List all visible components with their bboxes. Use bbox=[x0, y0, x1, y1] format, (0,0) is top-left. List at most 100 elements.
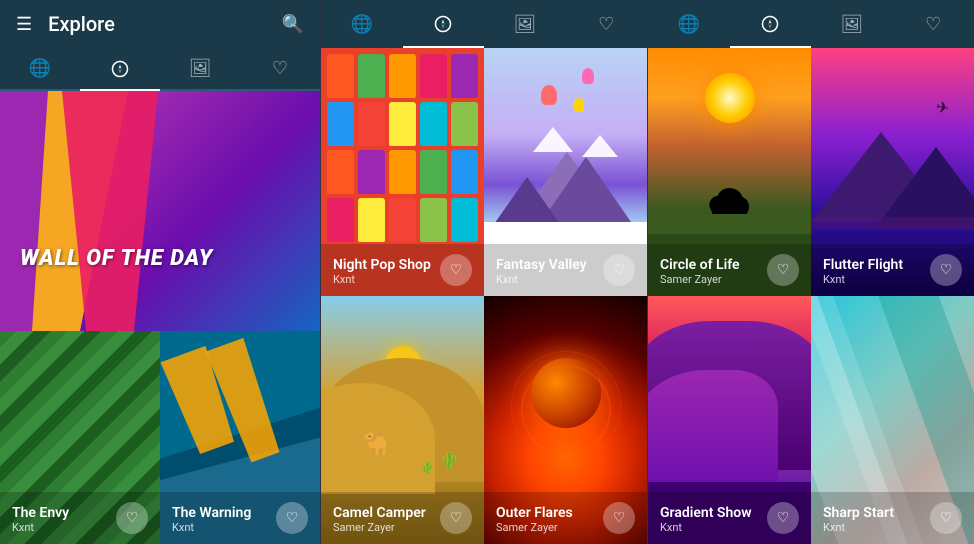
envy-text: The Envy Kxnt bbox=[12, 505, 69, 534]
tab-compass[interactable] bbox=[80, 48, 160, 89]
item-sharp-start[interactable]: Sharp Start Kxnt ♡ bbox=[811, 296, 974, 544]
night-pop-text: Night Pop Shop Kxnt bbox=[333, 257, 431, 286]
outer-heart-button[interactable]: ♡ bbox=[603, 502, 635, 534]
sharp-heart-button[interactable]: ♡ bbox=[930, 502, 962, 534]
middle-grid: Night Pop Shop Kxnt ♡ bbox=[321, 48, 647, 544]
item-night-pop-shop[interactable]: Night Pop Shop Kxnt ♡ bbox=[321, 48, 484, 296]
balloon-1 bbox=[541, 85, 557, 105]
outer-label-area: Outer Flares Samer Zayer ♡ bbox=[484, 492, 647, 544]
mid-tab-favorites[interactable]: ♡ bbox=[566, 0, 648, 48]
tab-favorites[interactable]: ♡ bbox=[240, 48, 320, 89]
pop-1 bbox=[327, 54, 354, 98]
ring-2 bbox=[511, 351, 621, 461]
item-the-warning[interactable]: The Warning Kxnt ♡ bbox=[160, 331, 320, 544]
flutter-text: Flutter Flight Kxnt bbox=[823, 257, 903, 286]
right-tab-compass[interactable] bbox=[730, 0, 812, 48]
item-fantasy-valley[interactable]: Fantasy Valley Kxnt ♡ bbox=[484, 48, 647, 296]
right-row-1: 🌳 Circle of Life Samer Zayer ♡ bbox=[648, 48, 974, 296]
pop-2 bbox=[358, 54, 385, 98]
header-left: ☰ Explore bbox=[16, 12, 115, 36]
outer-title: Outer Flares bbox=[496, 505, 573, 521]
pop-10 bbox=[451, 102, 478, 146]
outer-author: Samer Zayer bbox=[496, 521, 573, 534]
envy-label-area: The Envy Kxnt ♡ bbox=[0, 492, 160, 544]
grad-mountain-2 bbox=[648, 370, 778, 494]
circle-title: Circle of Life bbox=[660, 257, 740, 273]
pop-11 bbox=[327, 150, 354, 194]
camel-heart-button[interactable]: ♡ bbox=[440, 502, 472, 534]
middle-header: 🌐 🖼 ♡ bbox=[321, 0, 647, 48]
night-pop-author: Kxnt bbox=[333, 273, 431, 286]
fantasy-label-area: Fantasy Valley Kxnt ♡ bbox=[484, 244, 647, 296]
mid-tab-gallery[interactable]: 🖼 bbox=[484, 0, 566, 48]
camel-label-area: Camel Camper Samer Zayer ♡ bbox=[321, 492, 484, 544]
night-pop-label-area: Night Pop Shop Kxnt ♡ bbox=[321, 244, 484, 296]
mid-tab-globe[interactable]: 🌐 bbox=[321, 0, 403, 48]
right-row-2: Gradient Show Kxnt ♡ Sharp Start bbox=[648, 296, 974, 544]
snow-2 bbox=[582, 135, 618, 157]
fantasy-title: Fantasy Valley bbox=[496, 257, 587, 273]
horizon bbox=[811, 217, 974, 229]
sharp-title: Sharp Start bbox=[823, 505, 894, 521]
sharp-text: Sharp Start Kxnt bbox=[823, 505, 894, 534]
envy-heart-button[interactable]: ♡ bbox=[116, 502, 148, 534]
pop-16 bbox=[327, 198, 354, 242]
sharp-label-area: Sharp Start Kxnt ♡ bbox=[811, 492, 974, 544]
pop-3 bbox=[389, 54, 416, 98]
circle-author: Samer Zayer bbox=[660, 273, 740, 286]
tab-gallery[interactable]: 🖼 bbox=[160, 48, 240, 89]
night-pop-heart-button[interactable]: ♡ bbox=[440, 254, 472, 286]
envy-author: Kxnt bbox=[12, 521, 69, 534]
flutter-heart-button[interactable]: ♡ bbox=[930, 254, 962, 286]
gradient-text: Gradient Show Kxnt bbox=[660, 505, 752, 534]
item-circle-of-life[interactable]: 🌳 Circle of Life Samer Zayer ♡ bbox=[648, 48, 811, 296]
item-the-envy[interactable]: The Envy Kxnt ♡ bbox=[0, 331, 160, 544]
warning-author: Kxnt bbox=[172, 521, 251, 534]
sharp-author: Kxnt bbox=[823, 521, 894, 534]
warning-heart-button[interactable]: ♡ bbox=[276, 502, 308, 534]
warning-text: The Warning Kxnt bbox=[172, 505, 251, 534]
page-title: Explore bbox=[48, 12, 115, 36]
night-pop-title: Night Pop Shop bbox=[333, 257, 431, 273]
mid-tab-compass[interactable] bbox=[403, 0, 485, 48]
left-bottom-items: The Envy Kxnt ♡ The Warning Kxnt ♡ bbox=[0, 331, 320, 544]
item-outer-flares[interactable]: Outer Flares Samer Zayer ♡ bbox=[484, 296, 647, 544]
fantasy-text: Fantasy Valley Kxnt bbox=[496, 257, 587, 286]
flutter-author: Kxnt bbox=[823, 273, 903, 286]
middle-panel: 🌐 🖼 ♡ bbox=[320, 0, 647, 544]
wall-of-day-label: WALL OF THE DAY bbox=[20, 246, 213, 271]
camel-emoji: 🐪 bbox=[362, 432, 389, 457]
right-tab-favorites[interactable]: ♡ bbox=[893, 0, 974, 48]
tab-globe[interactable]: 🌐 bbox=[0, 48, 80, 89]
pop-5 bbox=[451, 54, 478, 98]
airplane: ✈ bbox=[935, 97, 952, 118]
right-header: 🌐 🖼 ♡ bbox=[648, 0, 974, 48]
pop-19 bbox=[420, 198, 447, 242]
pop-4 bbox=[420, 54, 447, 98]
right-tab-globe[interactable]: 🌐 bbox=[648, 0, 730, 48]
item-camel-camper[interactable]: 🐪 🌵 🌵 Camel Camper Samer Zayer ♡ bbox=[321, 296, 484, 544]
middle-row-2: 🐪 🌵 🌵 Camel Camper Samer Zayer ♡ bbox=[321, 296, 647, 544]
flutter-mountain-2 bbox=[876, 147, 974, 227]
flutter-label-area: Flutter Flight Kxnt ♡ bbox=[811, 244, 974, 296]
circle-heart-button[interactable]: ♡ bbox=[767, 254, 799, 286]
gradient-title: Gradient Show bbox=[660, 505, 752, 521]
pop-9 bbox=[420, 102, 447, 146]
camel-title: Camel Camper bbox=[333, 505, 426, 521]
camel-author: Samer Zayer bbox=[333, 521, 426, 534]
item-gradient-show[interactable]: Gradient Show Kxnt ♡ bbox=[648, 296, 811, 544]
fantasy-heart-button[interactable]: ♡ bbox=[603, 254, 635, 286]
left-panel: ☰ Explore 🔍 🌐 🖼 ♡ WALL OF THE DAY The En… bbox=[0, 0, 320, 544]
hamburger-icon[interactable]: ☰ bbox=[16, 14, 32, 35]
envy-title: The Envy bbox=[12, 505, 69, 521]
right-grid: 🌳 Circle of Life Samer Zayer ♡ bbox=[648, 48, 974, 544]
item-flutter-flight[interactable]: ✈ Flutter Flight Kxnt ♡ bbox=[811, 48, 974, 296]
wall-of-day[interactable]: WALL OF THE DAY bbox=[0, 91, 320, 331]
flutter-title: Flutter Flight bbox=[823, 257, 903, 273]
cactus-2: 🌵 bbox=[420, 461, 435, 475]
right-tab-gallery[interactable]: 🖼 bbox=[811, 0, 893, 48]
setting-sun bbox=[705, 73, 755, 123]
search-icon[interactable]: 🔍 bbox=[282, 14, 304, 35]
gradient-heart-button[interactable]: ♡ bbox=[767, 502, 799, 534]
gradient-author: Kxnt bbox=[660, 521, 752, 534]
